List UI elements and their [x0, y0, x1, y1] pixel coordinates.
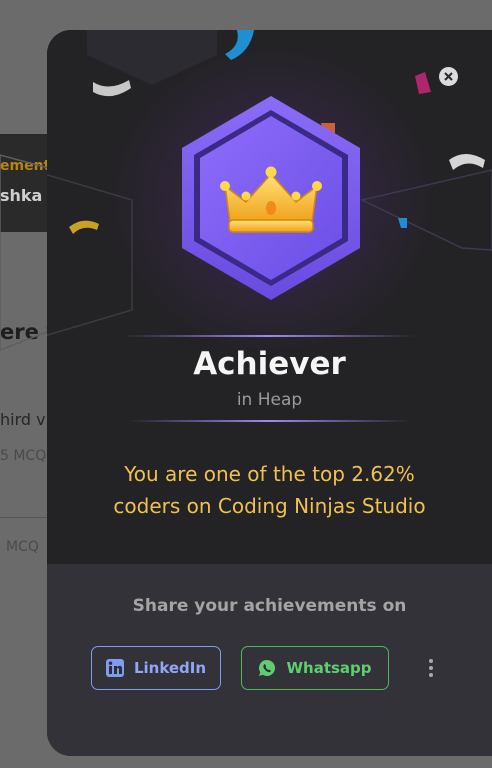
achiever-badge: [182, 96, 360, 300]
achievement-title: Achiever: [193, 346, 346, 382]
close-button[interactable]: [439, 67, 458, 86]
achievement-message-line: coders on Coding Ninjas Studio: [113, 494, 426, 518]
more-vertical-icon: [429, 666, 433, 670]
linkedin-icon: [105, 659, 124, 677]
more-vertical-icon: [429, 673, 433, 677]
linkedin-label: LinkedIn: [133, 659, 207, 677]
whatsapp-share-button[interactable]: Whatsapp: [241, 646, 389, 690]
close-icon: [444, 72, 453, 81]
share-title: Share your achievements on: [132, 596, 407, 616]
achievement-modal: Achiever in Heap You are one of the top …: [47, 30, 492, 756]
title-divider-bottom: [127, 420, 412, 422]
title-divider-top: [122, 335, 417, 337]
more-options-button[interactable]: [419, 654, 443, 682]
linkedin-share-button[interactable]: LinkedIn: [91, 646, 221, 690]
whatsapp-label: Whatsapp: [286, 659, 372, 677]
whatsapp-icon: [259, 660, 276, 676]
more-vertical-icon: [429, 659, 433, 663]
achievement-message-line: You are one of the top 2.62%: [124, 462, 415, 486]
achievement-message: You are one of the top 2.62% coders on C…: [67, 458, 472, 522]
achievement-category: in Heap: [236, 390, 303, 410]
